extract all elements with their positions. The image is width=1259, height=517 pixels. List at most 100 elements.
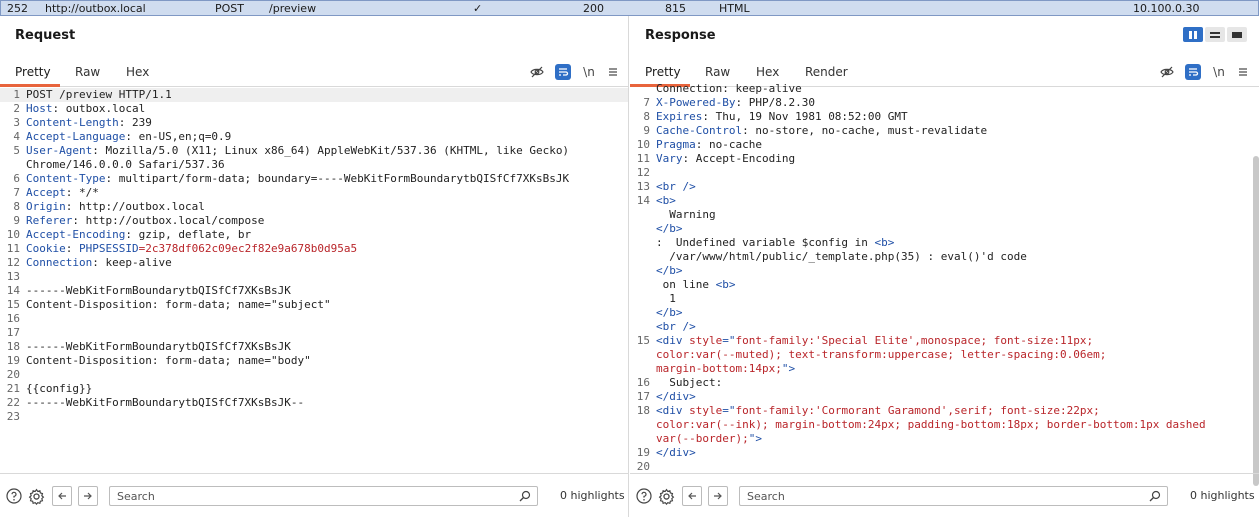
line-number: 11 bbox=[636, 152, 650, 165]
line-number: 12 bbox=[636, 166, 650, 179]
response-search-input[interactable] bbox=[740, 487, 1167, 505]
line-code: Warning bbox=[656, 208, 715, 222]
request-search-input-box[interactable] bbox=[109, 486, 538, 506]
code-line: 7 X-Powered-By: PHP/8.2.30 bbox=[630, 96, 1259, 110]
newline-toggle[interactable]: \n bbox=[1211, 64, 1227, 80]
response-tab-render[interactable]: Render bbox=[805, 65, 848, 79]
line-code: Accept-Encoding: gzip, deflate, br bbox=[26, 228, 251, 242]
line-number: 14 bbox=[6, 284, 20, 297]
code-line: 5 User-Agent: Mozilla/5.0 (X11; Linux x86… bbox=[0, 144, 628, 158]
code-token: : 239 bbox=[118, 116, 152, 129]
line-number: 19 bbox=[636, 446, 650, 459]
request-tab-hex[interactable]: Hex bbox=[126, 65, 149, 79]
history-method: POST bbox=[215, 2, 244, 15]
back-arrow-icon[interactable] bbox=[52, 486, 72, 506]
code-token: margin-bottom:14px; bbox=[656, 362, 782, 375]
code-token: Accept-Language bbox=[26, 130, 126, 143]
response-editor[interactable]: Connection: keep-alive 7 X-Powered-By: PHP… bbox=[630, 82, 1259, 473]
code-line: var(--border);"> bbox=[630, 432, 1259, 446]
request-tabbar: Pretty Raw Hex \n bbox=[0, 60, 628, 87]
code-token: : Undefined variable $config in bbox=[656, 236, 875, 249]
code-token: =" bbox=[722, 334, 736, 347]
code-line: 13 bbox=[0, 270, 628, 284]
code-token: font-family:'Special Elite',monospace; f… bbox=[735, 334, 1094, 347]
response-tab-raw[interactable]: Raw bbox=[705, 65, 730, 79]
line-code: POST /preview HTTP/1.1 bbox=[26, 88, 172, 102]
settings-gear-icon[interactable] bbox=[657, 487, 675, 505]
line-code: Chrome/146.0.0.0 Safari/537.36 bbox=[26, 158, 225, 172]
code-token: </div> bbox=[656, 446, 696, 459]
help-icon[interactable] bbox=[635, 487, 653, 505]
line-number: 2 bbox=[13, 102, 20, 115]
code-token: "> bbox=[748, 432, 762, 445]
line-code: Vary: Accept-Encoding bbox=[656, 152, 795, 166]
wrap-lines-icon[interactable] bbox=[555, 64, 571, 80]
line-number: 1 bbox=[13, 88, 20, 101]
code-token: </div> bbox=[656, 390, 696, 403]
code-line: margin-bottom:14px;"> bbox=[630, 362, 1259, 376]
line-code: margin-bottom:14px;"> bbox=[656, 362, 795, 376]
request-editor[interactable]: 1 POST /preview HTTP/1.1 2 Host: outbox.loc… bbox=[0, 88, 628, 473]
settings-gear-icon[interactable] bbox=[27, 487, 45, 505]
response-tab-pretty[interactable]: Pretty bbox=[645, 65, 681, 79]
newline-toggle[interactable]: \n bbox=[581, 64, 597, 80]
forward-arrow-icon[interactable] bbox=[78, 486, 98, 506]
code-token: <br /> bbox=[656, 320, 696, 333]
back-arrow-icon[interactable] bbox=[682, 486, 702, 506]
code-line: <br /> bbox=[630, 320, 1259, 334]
history-host: http://outbox.local bbox=[45, 2, 146, 15]
hide-eye-icon[interactable] bbox=[1159, 64, 1175, 80]
line-number: 14 bbox=[636, 194, 650, 207]
line-code: User-Agent: Mozilla/5.0 (X11; Linux x86_… bbox=[26, 144, 569, 158]
line-number: 3 bbox=[13, 116, 20, 129]
code-line: 14 ------WebKitFormBoundarytbQISfCf7XKsBs… bbox=[0, 284, 628, 298]
line-code: 1 bbox=[656, 292, 676, 306]
history-mime: HTML bbox=[719, 2, 750, 15]
code-token: <b> bbox=[715, 278, 736, 291]
code-line: 18 ------WebKitFormBoundarytbQISfCf7XKsBs… bbox=[0, 340, 628, 354]
help-icon[interactable] bbox=[5, 487, 23, 505]
line-number: 23 bbox=[6, 410, 20, 423]
wrap-lines-icon[interactable] bbox=[1185, 64, 1201, 80]
code-token: Content-Disposition: form-data; name="bo… bbox=[26, 354, 311, 367]
menu-icon[interactable] bbox=[605, 64, 621, 80]
line-number: 22 bbox=[6, 396, 20, 409]
history-edited-checkmark: ✓ bbox=[473, 2, 483, 15]
line-number: 8 bbox=[643, 110, 650, 123]
code-line: 3 Content-Length: 239 bbox=[0, 116, 628, 130]
layout-stacked-icon[interactable] bbox=[1205, 27, 1225, 42]
code-token: on line bbox=[656, 278, 716, 291]
line-code: ------WebKitFormBoundarytbQISfCf7XKsBsJK bbox=[26, 340, 291, 354]
line-number: 18 bbox=[636, 404, 650, 417]
code-token: <br /> bbox=[656, 180, 696, 193]
code-line: Chrome/146.0.0.0 Safari/537.36 bbox=[0, 158, 628, 172]
code-token: {{config}} bbox=[26, 382, 93, 395]
code-token: Cache-Control bbox=[656, 124, 743, 137]
request-tab-pretty[interactable]: Pretty bbox=[15, 65, 51, 79]
code-line: : Undefined variable $config in <b> bbox=[630, 236, 1259, 250]
response-scrollbar[interactable] bbox=[1253, 156, 1259, 486]
line-number: 18 bbox=[6, 340, 20, 353]
code-token: style bbox=[689, 334, 723, 347]
code-token: : */* bbox=[65, 186, 99, 199]
hide-eye-icon[interactable] bbox=[529, 64, 545, 80]
code-token: : Thu, 19 Nov 1981 08:52:00 GMT bbox=[702, 110, 908, 123]
code-token: POST /preview HTTP/1.1 bbox=[26, 88, 172, 101]
line-number: 13 bbox=[6, 270, 20, 283]
layout-side-by-side-icon[interactable] bbox=[1183, 27, 1203, 42]
line-number: 9 bbox=[643, 124, 650, 137]
response-search-input-box[interactable] bbox=[739, 486, 1168, 506]
code-token: Referer bbox=[26, 214, 73, 227]
layout-tabs-icon[interactable] bbox=[1227, 27, 1247, 42]
request-search-input[interactable] bbox=[110, 487, 537, 505]
forward-arrow-icon[interactable] bbox=[708, 486, 728, 506]
line-number: 20 bbox=[6, 368, 20, 381]
history-row-selected[interactable]: 252 http://outbox.local POST /preview ✓ … bbox=[0, 0, 1259, 16]
history-id: 252 bbox=[7, 2, 28, 15]
request-tab-raw[interactable]: Raw bbox=[75, 65, 100, 79]
response-tab-hex[interactable]: Hex bbox=[756, 65, 779, 79]
menu-icon[interactable] bbox=[1235, 64, 1251, 80]
response-title: Response bbox=[645, 28, 716, 43]
line-number: 16 bbox=[636, 376, 650, 389]
code-token: =2c378df062c09ec2f82e9a678b0d95a5 bbox=[138, 242, 358, 255]
